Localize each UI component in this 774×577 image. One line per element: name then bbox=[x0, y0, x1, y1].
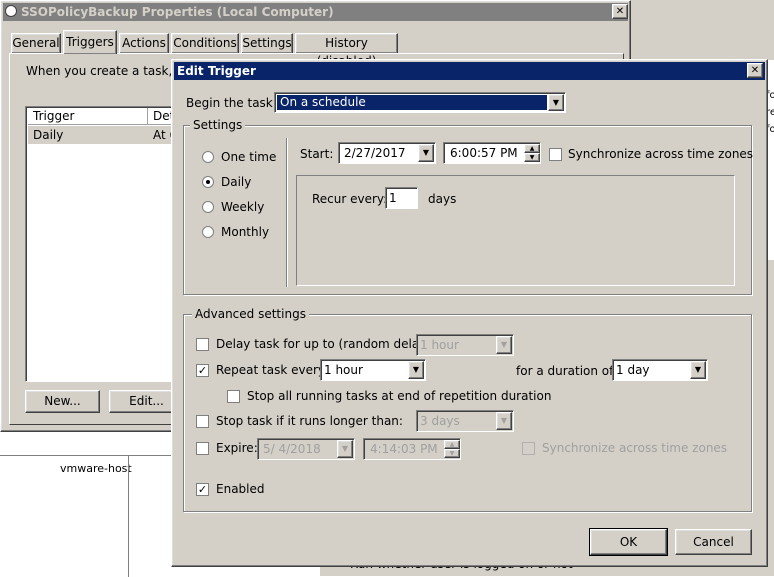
expire-date-picker[interactable]: 5/ 4/2018 ▼ bbox=[257, 438, 355, 460]
radio-daily[interactable] bbox=[202, 176, 214, 188]
ok-button[interactable]: OK bbox=[589, 528, 668, 556]
expire-date-value: 5/ 4/2018 bbox=[263, 442, 321, 456]
stop-longer-select[interactable]: 3 days ▼ bbox=[416, 410, 514, 432]
delay-checkbox[interactable] bbox=[196, 338, 209, 351]
spin-down-icon[interactable]: ▼ bbox=[524, 153, 540, 162]
repeat-select[interactable]: 1 hour ▼ bbox=[320, 359, 426, 381]
behind-divider bbox=[128, 456, 129, 577]
stop-longer-chevron-down-icon[interactable]: ▼ bbox=[496, 412, 512, 430]
trigger-list: Trigger Det Daily At 6 bbox=[25, 106, 188, 382]
repeat-checkbox[interactable]: ✓ bbox=[196, 364, 209, 377]
stop-running-label: Stop all running tasks at end of repetit… bbox=[247, 389, 552, 403]
start-date-picker[interactable]: 2/27/2017 ▼ bbox=[338, 142, 436, 164]
behind-host-text: vmware-host bbox=[60, 462, 132, 475]
sync-label: Synchronize across time zones bbox=[568, 147, 754, 161]
repeat-chevron-down-icon[interactable]: ▼ bbox=[408, 361, 424, 379]
cancel-button[interactable]: Cancel bbox=[675, 529, 752, 555]
begin-task-label: Begin the task: bbox=[186, 96, 277, 110]
expire-calendar-dropdown-icon[interactable]: ▼ bbox=[337, 440, 353, 458]
delay-select[interactable]: 1 hour ▼ bbox=[416, 334, 514, 356]
settings-divider bbox=[286, 138, 288, 287]
radio-daily-label: Daily bbox=[221, 175, 252, 189]
stop-longer-label: Stop task if it runs longer than: bbox=[216, 414, 403, 428]
expire-time-spinner[interactable]: 4:14:03 PM ▲ ▼ bbox=[363, 438, 461, 460]
dialog-close-button[interactable]: ✕ bbox=[747, 63, 763, 78]
tab-settings[interactable]: Settings bbox=[241, 33, 293, 53]
advanced-group-label: Advanced settings bbox=[192, 307, 309, 321]
radio-one-time-label: One time bbox=[221, 150, 277, 164]
expire-sync-label: Synchronize across time zones bbox=[542, 441, 728, 455]
trigger-row-type: Daily bbox=[33, 128, 64, 142]
delay-value: 1 hour bbox=[420, 338, 459, 352]
clock-icon bbox=[5, 5, 17, 17]
trigger-header-trigger[interactable]: Trigger bbox=[28, 108, 148, 125]
duration-value: 1 day bbox=[616, 363, 650, 377]
tab-actions[interactable]: Actions bbox=[119, 33, 169, 53]
start-date-value: 2/27/2017 bbox=[344, 146, 406, 160]
dialog-titlebar: Edit Trigger ✕ bbox=[174, 62, 765, 80]
tab-general[interactable]: General bbox=[11, 33, 61, 53]
expire-checkbox[interactable] bbox=[196, 442, 209, 455]
stop-longer-value: 3 days bbox=[420, 414, 460, 428]
stop-running-checkbox[interactable] bbox=[227, 390, 240, 403]
expire-spin-up-icon[interactable]: ▲ bbox=[444, 440, 460, 449]
start-time-value: 6:00:57 PM bbox=[450, 146, 518, 160]
recur-label: Recur every: bbox=[312, 192, 388, 206]
repeat-value: 1 hour bbox=[324, 363, 363, 377]
tab-conditions[interactable]: Conditions bbox=[171, 33, 239, 53]
tab-history[interactable]: History (disabled) bbox=[295, 33, 398, 68]
radio-monthly-label: Monthly bbox=[221, 225, 270, 239]
enabled-checkbox[interactable]: ✓ bbox=[196, 483, 209, 496]
recur-unit: days bbox=[428, 192, 457, 206]
properties-titlebar: SSOPolicyBackup Properties (Local Comput… bbox=[3, 3, 628, 21]
enabled-label: Enabled bbox=[216, 482, 265, 496]
sync-checkbox[interactable] bbox=[549, 148, 562, 161]
expire-spin-down-icon[interactable]: ▼ bbox=[444, 449, 460, 458]
recur-input[interactable]: 1 bbox=[385, 187, 418, 209]
edit-trigger-dialog: Edit Trigger ✕ Begin the task: On a sche… bbox=[171, 59, 768, 567]
radio-one-time[interactable] bbox=[202, 151, 214, 163]
stop-longer-checkbox[interactable] bbox=[196, 415, 209, 428]
start-label: Start: bbox=[300, 147, 334, 161]
trigger-row[interactable]: Daily At 6 bbox=[28, 126, 188, 144]
expire-label: Expire: bbox=[216, 441, 258, 455]
radio-weekly-label: Weekly bbox=[221, 200, 265, 214]
new-trigger-button[interactable]: New... bbox=[25, 390, 100, 413]
expire-time-value: 4:14:03 PM bbox=[370, 442, 438, 456]
duration-chevron-down-icon[interactable]: ▼ bbox=[690, 361, 706, 379]
expire-sync-checkbox[interactable] bbox=[522, 442, 535, 455]
delay-label: Delay task for up to (random delay): bbox=[216, 337, 436, 351]
settings-group-label: Settings bbox=[190, 118, 246, 132]
spin-up-icon[interactable]: ▲ bbox=[524, 144, 540, 153]
calendar-dropdown-icon[interactable]: ▼ bbox=[418, 144, 434, 162]
chevron-down-icon[interactable]: ▼ bbox=[548, 94, 564, 111]
duration-label: for a duration of: bbox=[516, 364, 617, 378]
repeat-label: Repeat task every: bbox=[216, 363, 329, 377]
radio-weekly[interactable] bbox=[202, 201, 214, 213]
properties-close-button[interactable]: ✕ bbox=[612, 4, 628, 19]
begin-task-value: On a schedule bbox=[277, 95, 547, 110]
radio-monthly[interactable] bbox=[202, 226, 214, 238]
duration-select[interactable]: 1 day ▼ bbox=[612, 359, 708, 381]
properties-title: SSOPolicyBackup Properties (Local Comput… bbox=[21, 5, 334, 19]
recur-value: 1 bbox=[389, 191, 397, 205]
begin-task-select[interactable]: On a schedule ▼ bbox=[274, 92, 566, 113]
delay-chevron-down-icon[interactable]: ▼ bbox=[496, 336, 512, 354]
tab-triggers[interactable]: Triggers bbox=[63, 30, 117, 54]
start-time-spinner[interactable]: 6:00:57 PM ▲ ▼ bbox=[443, 142, 541, 164]
dialog-title: Edit Trigger bbox=[177, 64, 256, 78]
